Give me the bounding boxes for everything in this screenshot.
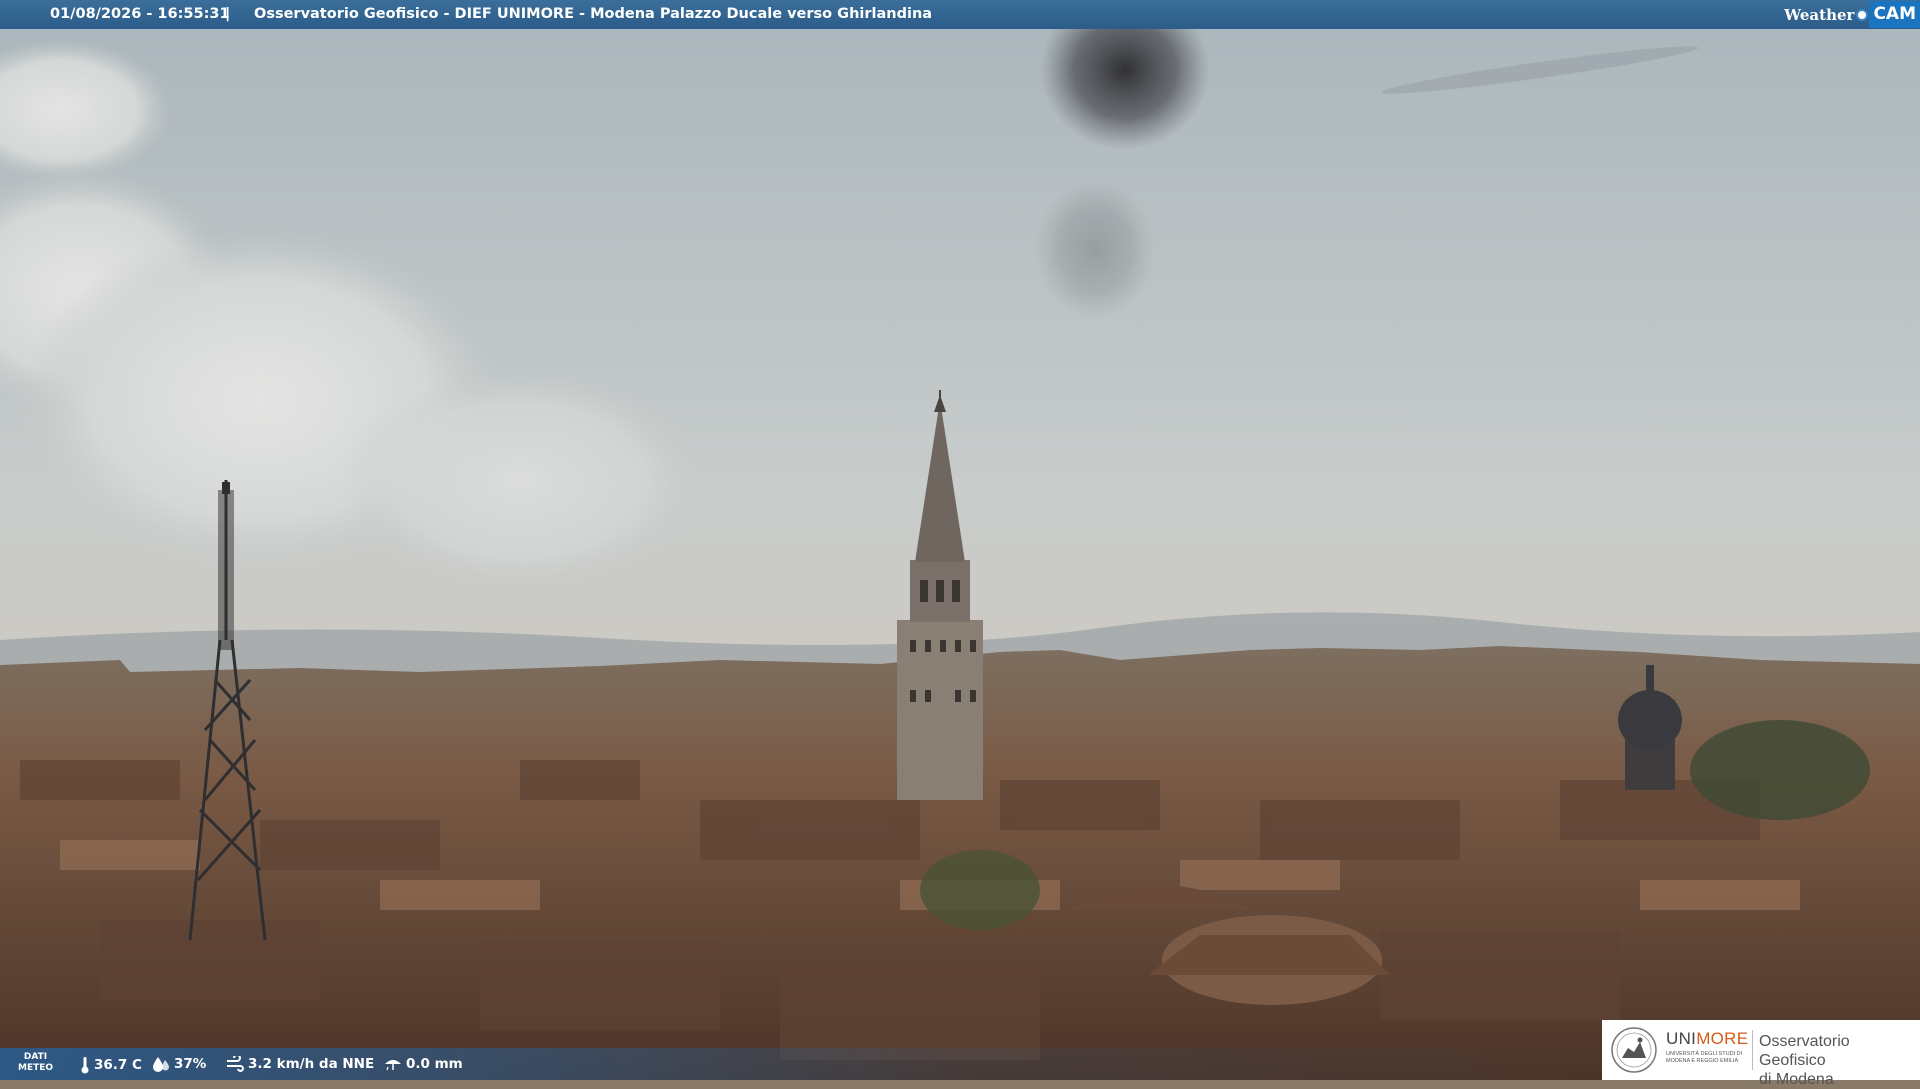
meteo-label-line1: DATI bbox=[23, 1052, 48, 1062]
logo-divider bbox=[1752, 1030, 1753, 1070]
meteo-label: DATI METEO bbox=[18, 1052, 53, 1074]
brand-dot-icon bbox=[1856, 8, 1869, 21]
humidity-drop-icon bbox=[153, 1057, 169, 1072]
temperature-reading: 36.7 C bbox=[80, 1056, 142, 1074]
timestamp: 01/08/2026 - 16:55:31 bbox=[50, 6, 230, 22]
unimore-wordmark: UNIMORE bbox=[1666, 1029, 1748, 1049]
temperature-value: 36.7 C bbox=[94, 1057, 142, 1073]
meteo-data-bar: DATI METEO 36.7 C 37% 3.2 km/h da NNE 0.… bbox=[0, 1048, 1602, 1080]
observatory-title-line1: Osservatorio Geofisico bbox=[1759, 1033, 1850, 1069]
rain-icon bbox=[385, 1060, 401, 1071]
brand-weather-text: Weather bbox=[1784, 5, 1855, 24]
wind-value: 3.2 km/h da NNE bbox=[248, 1056, 375, 1072]
rain-reading: 0.0 mm bbox=[384, 1056, 463, 1072]
humidity-value: 37% bbox=[174, 1056, 207, 1072]
observatory-title: Osservatorio Geofisico di Modena bbox=[1759, 1032, 1920, 1089]
wind-reading: 3.2 km/h da NNE bbox=[226, 1056, 374, 1072]
thermometer-icon bbox=[81, 1057, 89, 1074]
camera-caption: Osservatorio Geofisico - DIEF UNIMORE - … bbox=[254, 6, 933, 22]
university-seal-icon bbox=[1611, 1027, 1657, 1073]
header-bar: 01/08/2026 - 16:55:31 | Osservatorio Geo… bbox=[0, 0, 1920, 29]
webcam-image bbox=[0, 0, 1920, 1080]
wind-icon bbox=[227, 1056, 244, 1072]
separator: | bbox=[225, 6, 231, 22]
university-subtitle: UNIVERSITÀ DEGLI STUDI DI MODENA E REGGI… bbox=[1666, 1051, 1743, 1064]
unimore-suffix: MORE bbox=[1696, 1029, 1749, 1048]
humidity-reading: 37% bbox=[152, 1056, 206, 1072]
meteo-label-line2: METEO bbox=[18, 1063, 54, 1073]
weathercam-brand-logo: Weather CAM bbox=[1784, 0, 1920, 29]
rain-value: 0.0 mm bbox=[406, 1056, 463, 1072]
brand-cam-text: CAM bbox=[1869, 1, 1920, 28]
unimore-prefix: UNI bbox=[1666, 1029, 1697, 1048]
observatory-logo: UNIMORE UNIVERSITÀ DEGLI STUDI DI MODENA… bbox=[1602, 1020, 1920, 1088]
